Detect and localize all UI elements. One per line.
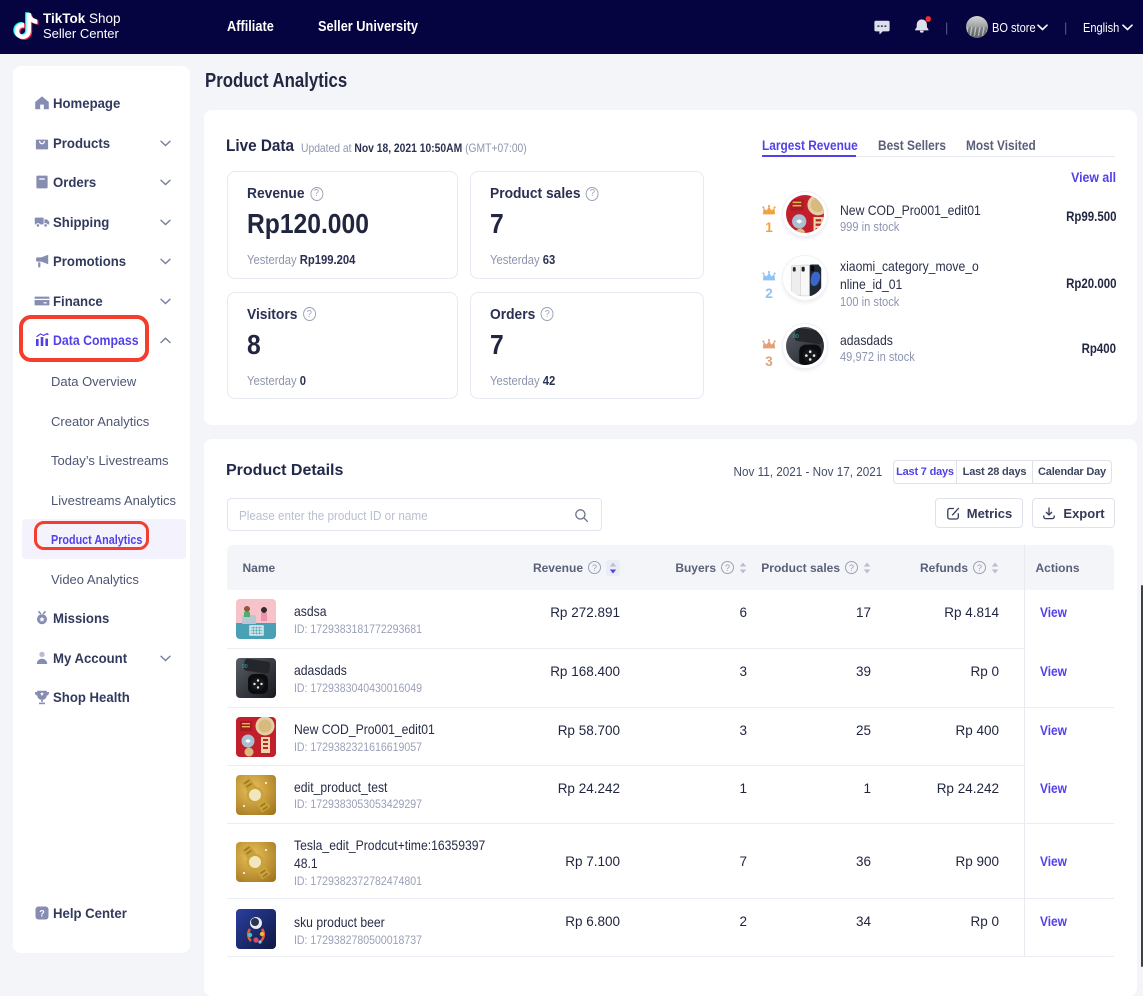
- svg-text:00: 00: [793, 334, 799, 340]
- svg-text:00: 00: [242, 664, 248, 670]
- svg-text:?: ?: [39, 909, 45, 919]
